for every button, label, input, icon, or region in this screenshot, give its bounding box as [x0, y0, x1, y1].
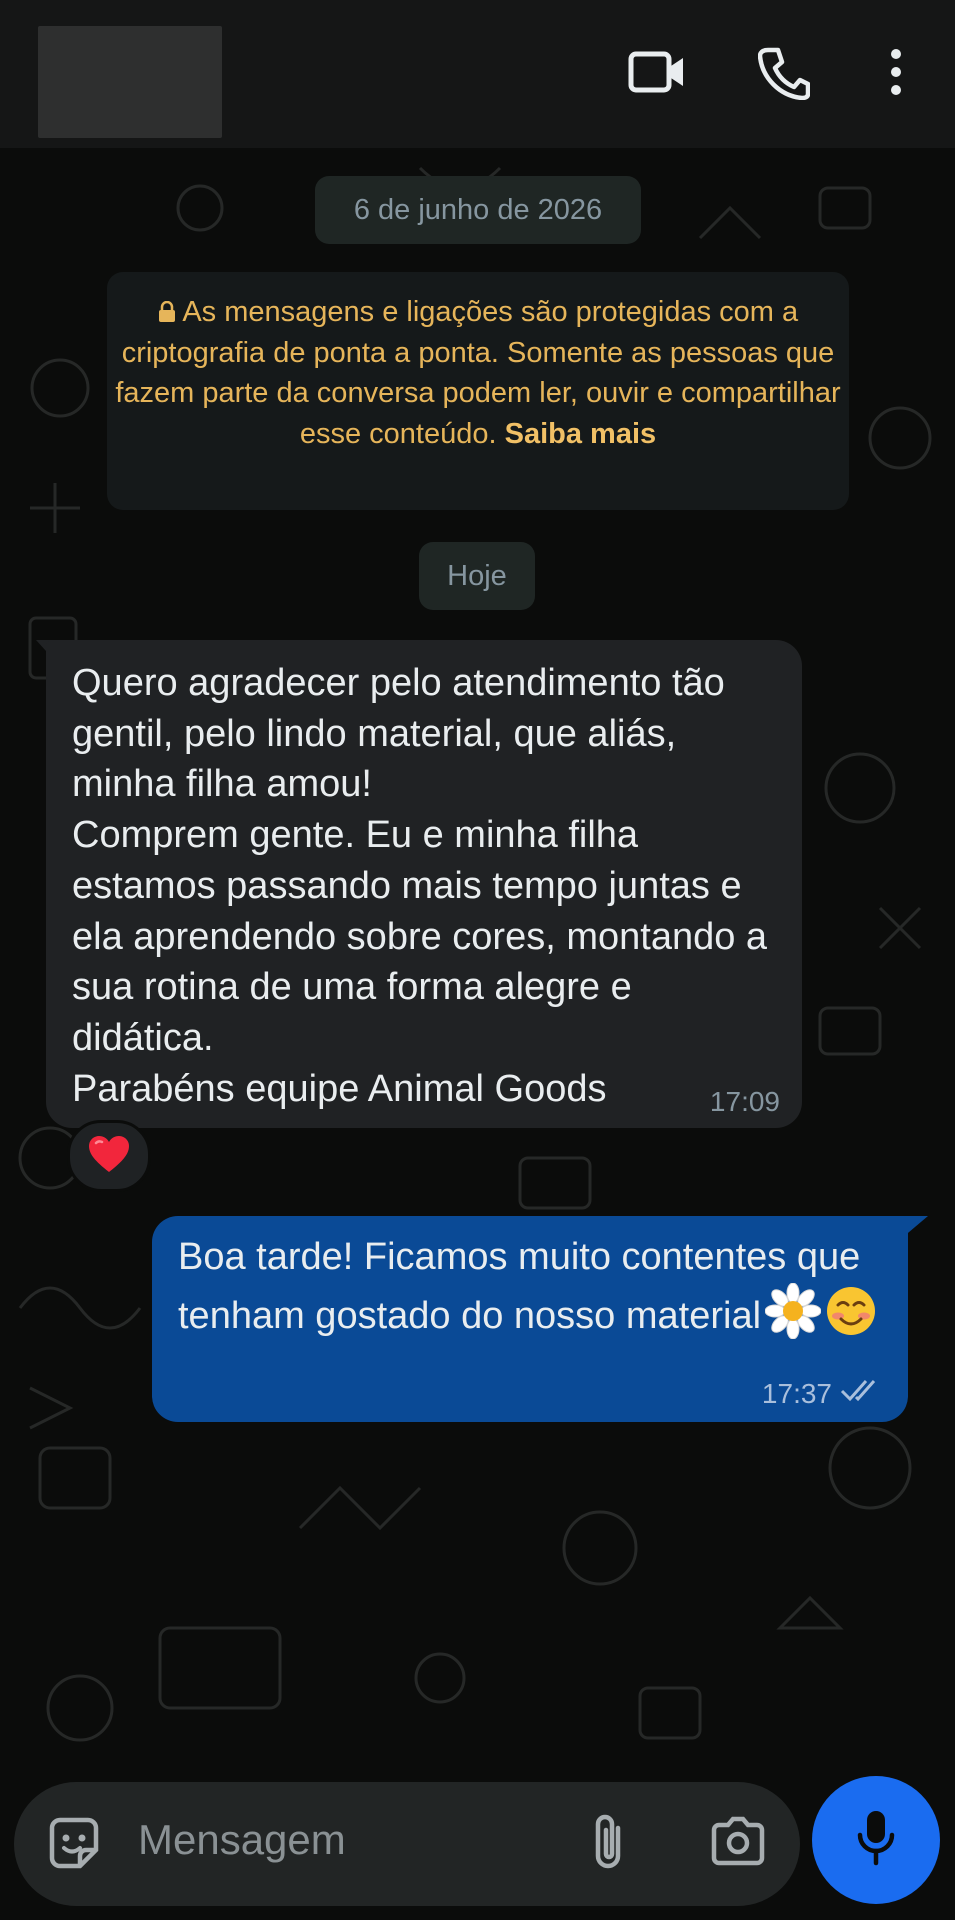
video-call-icon[interactable] [628, 46, 686, 103]
sticker-icon[interactable] [46, 1816, 102, 1877]
chat-header [0, 0, 955, 148]
redacted-contact-info[interactable] [38, 26, 222, 138]
more-options-icon[interactable] [886, 46, 906, 103]
date-chip: 6 de junho de 2026 [315, 176, 641, 244]
voice-call-icon[interactable] [757, 46, 811, 105]
learn-more-link[interactable]: Saiba mais [505, 418, 657, 450]
incoming-message-time: 17:09 [709, 1086, 780, 1117]
smiling-face-emoji-icon [825, 1285, 877, 1351]
voice-message-button[interactable] [812, 1776, 940, 1904]
daisy-emoji-icon [764, 1282, 822, 1353]
outgoing-message-time: 17:37 [761, 1377, 832, 1409]
read-receipt-icon [840, 1377, 882, 1410]
heart-reaction[interactable] [67, 1120, 151, 1192]
encryption-notice-text: As mensagens e ligações são protegidas c… [115, 296, 841, 450]
message-input[interactable]: Mensagem [138, 1816, 346, 1864]
outgoing-message[interactable]: Boa tarde! Ficamos muito contentes que t… [152, 1216, 908, 1422]
attach-icon[interactable] [588, 1812, 628, 1879]
camera-icon[interactable] [710, 1816, 766, 1871]
incoming-message[interactable]: Quero agradecer pelo atendimento tão gen… [46, 640, 802, 1128]
heart-icon [87, 1134, 131, 1179]
outgoing-message-text: Boa tarde! Ficamos muito contentes que t… [178, 1236, 861, 1338]
outgoing-message-meta: 17:37 [762, 1377, 882, 1410]
incoming-message-text: Quero agradecer pelo atendimento tão gen… [72, 662, 768, 1110]
lock-icon [158, 296, 182, 328]
encryption-notice[interactable]: As mensagens e ligações são protegidas c… [107, 272, 849, 510]
message-composer[interactable]: Mensagem [14, 1782, 800, 1906]
today-chip: Hoje [419, 542, 535, 610]
microphone-icon [856, 1809, 896, 1872]
